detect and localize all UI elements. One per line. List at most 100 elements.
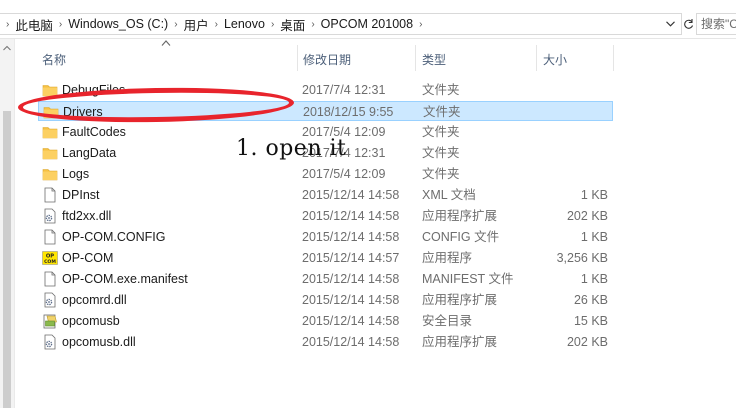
file-name: OP-COM [62, 251, 114, 265]
breadcrumb-item-users[interactable]: 用户 [184, 15, 209, 34]
file-row[interactable]: ftd2xx.dll 2015/12/14 14:58 应用程序扩展 202 KB [38, 206, 613, 226]
file-date-modified: 2015/12/14 14:57 [302, 251, 400, 265]
column-type[interactable]: 类型 [422, 51, 446, 68]
file-name: ftd2xx.dll [62, 209, 112, 223]
refresh-button[interactable] [684, 13, 694, 35]
file-type: 应用程序 [422, 251, 473, 265]
file-type: XML 文档 [422, 188, 476, 202]
file-name: FaultCodes [62, 125, 126, 139]
column-separator[interactable] [536, 45, 537, 71]
breadcrumb-separator: › [311, 18, 315, 30]
scrollbar-thumb[interactable] [3, 111, 11, 408]
file-date-modified: 2015/12/14 14:58 [302, 272, 400, 286]
refresh-icon [684, 19, 694, 29]
svg-text:OP: OP [46, 253, 54, 259]
file-size [519, 102, 609, 122]
file-row[interactable]: Logs 2017/5/4 12:09 文件夹 [38, 164, 613, 184]
file-size: 1 KB [580, 230, 608, 244]
breadcrumb-separator: › [6, 18, 10, 30]
file-size [518, 164, 608, 184]
breadcrumb-separator: › [174, 18, 178, 30]
breadcrumb-item-folder[interactable]: OPCOM 201008 [321, 17, 413, 31]
breadcrumb[interactable]: › 此电脑 › Windows_OS (C:) › 用户 › Lenovo › … [0, 13, 682, 35]
column-header: 名称 修改日期 类型 大小 [15, 39, 736, 79]
file-name: DPInst [62, 188, 100, 202]
file-row[interactable]: opcomusb 2015/12/14 14:58 安全目录 15 KB [38, 311, 613, 331]
pane-divider [14, 39, 15, 408]
file-date-modified: 2015/12/14 14:58 [302, 293, 400, 307]
address-bar: › 此电脑 › Windows_OS (C:) › 用户 › Lenovo › … [0, 10, 736, 39]
file-name: OP-COM.CONFIG [62, 230, 166, 244]
svg-text:COM: COM [44, 259, 56, 265]
file-row[interactable]: Drivers 2018/12/15 9:55 文件夹 [38, 101, 613, 121]
file-type: MANIFEST 文件 [422, 272, 514, 286]
annotation-text: 1. open it [236, 136, 347, 161]
navigation-pane-scrollbar[interactable] [0, 39, 14, 408]
folder-icon [42, 82, 58, 98]
folder-icon [42, 124, 58, 140]
file-name: opcomrd.dll [62, 293, 127, 307]
file-name: opcomusb [62, 314, 120, 328]
file-type: 应用程序扩展 [422, 335, 498, 349]
file-row[interactable]: DPInst 2015/12/14 14:58 XML 文档 1 KB [38, 185, 613, 205]
dll-gear-icon [42, 208, 58, 224]
file-date-modified: 2015/12/14 14:58 [302, 314, 400, 328]
file-type: 安全目录 [422, 314, 473, 328]
file-row[interactable]: opcomusb.dll 2015/12/14 14:58 应用程序扩展 202 KB [38, 332, 613, 352]
folder-icon [43, 104, 59, 120]
breadcrumb-item-desktop[interactable]: 桌面 [280, 15, 305, 34]
folder-icon [42, 145, 58, 161]
chevron-down-icon [665, 21, 675, 27]
search-input[interactable]: 搜索"C [696, 13, 736, 35]
security-catalog-icon [42, 313, 58, 329]
scroll-up-button[interactable] [2, 43, 12, 53]
breadcrumb-item-this-pc[interactable]: 此电脑 [15, 15, 53, 34]
file-date-modified: 2015/12/14 14:58 [302, 209, 400, 223]
file-type: 文件夹 [423, 105, 461, 119]
file-row[interactable]: OP COM OP-COM 2015/12/14 14:57 应用程序 3,256 KB [38, 248, 613, 268]
file-size: 1 KB [580, 188, 608, 202]
file-name: Drivers [63, 105, 103, 119]
file-date-modified: 2015/12/14 14:58 [302, 188, 400, 202]
file-size: 26 KB [573, 293, 608, 307]
document-icon [42, 229, 58, 245]
file-size: 202 KB [566, 335, 608, 349]
file-name: LangData [62, 146, 117, 160]
file-type: 应用程序扩展 [422, 209, 498, 223]
opcom-app-icon: OP COM [42, 250, 58, 266]
file-row[interactable]: OP-COM.CONFIG 2015/12/14 14:58 CONFIG 文件 1 … [38, 227, 613, 247]
file-row[interactable]: DebugFiles 2017/7/4 12:31 文件夹 [38, 80, 613, 100]
file-date-modified: 2015/12/14 14:58 [302, 335, 400, 349]
chevron-up-icon [3, 45, 11, 51]
breadcrumb-item-drive[interactable]: Windows_OS (C:) [68, 17, 168, 31]
document-icon [42, 187, 58, 203]
breadcrumb-separator: › [58, 18, 63, 30]
file-name: DebugFiles [62, 83, 126, 97]
file-type: 应用程序扩展 [422, 293, 498, 307]
column-date-modified[interactable]: 修改日期 [303, 51, 351, 68]
file-type: 文件夹 [422, 167, 460, 181]
column-size[interactable]: 大小 [543, 51, 567, 68]
address-dropdown-button[interactable] [663, 14, 677, 34]
dll-gear-icon [42, 334, 58, 350]
column-separator[interactable] [415, 45, 416, 71]
file-type: 文件夹 [422, 83, 460, 97]
dll-gear-icon [42, 292, 58, 308]
breadcrumb-item-user[interactable]: Lenovo [224, 17, 265, 31]
file-row[interactable]: OP-COM.exe.manifest 2015/12/14 14:58 MANIF… [38, 269, 613, 289]
file-row[interactable]: opcomrd.dll 2015/12/14 14:58 应用程序扩展 26 KB [38, 290, 613, 310]
folder-icon [42, 166, 58, 182]
file-date-modified: 2017/5/4 12:09 [302, 167, 386, 181]
file-name: opcomusb.dll [62, 335, 136, 349]
file-date-modified: 2018/12/15 9:55 [303, 105, 394, 119]
column-name[interactable]: 名称 [42, 51, 66, 68]
file-size [518, 80, 608, 100]
file-date-modified: 2015/12/14 14:58 [302, 230, 400, 244]
column-separator[interactable] [613, 45, 614, 71]
file-date-modified: 2017/7/4 12:31 [302, 83, 386, 97]
file-type: 文件夹 [422, 125, 460, 139]
file-type: CONFIG 文件 [422, 230, 500, 244]
document-icon [42, 271, 58, 287]
column-separator[interactable] [297, 45, 298, 71]
file-name: OP-COM.exe.manifest [62, 272, 188, 286]
